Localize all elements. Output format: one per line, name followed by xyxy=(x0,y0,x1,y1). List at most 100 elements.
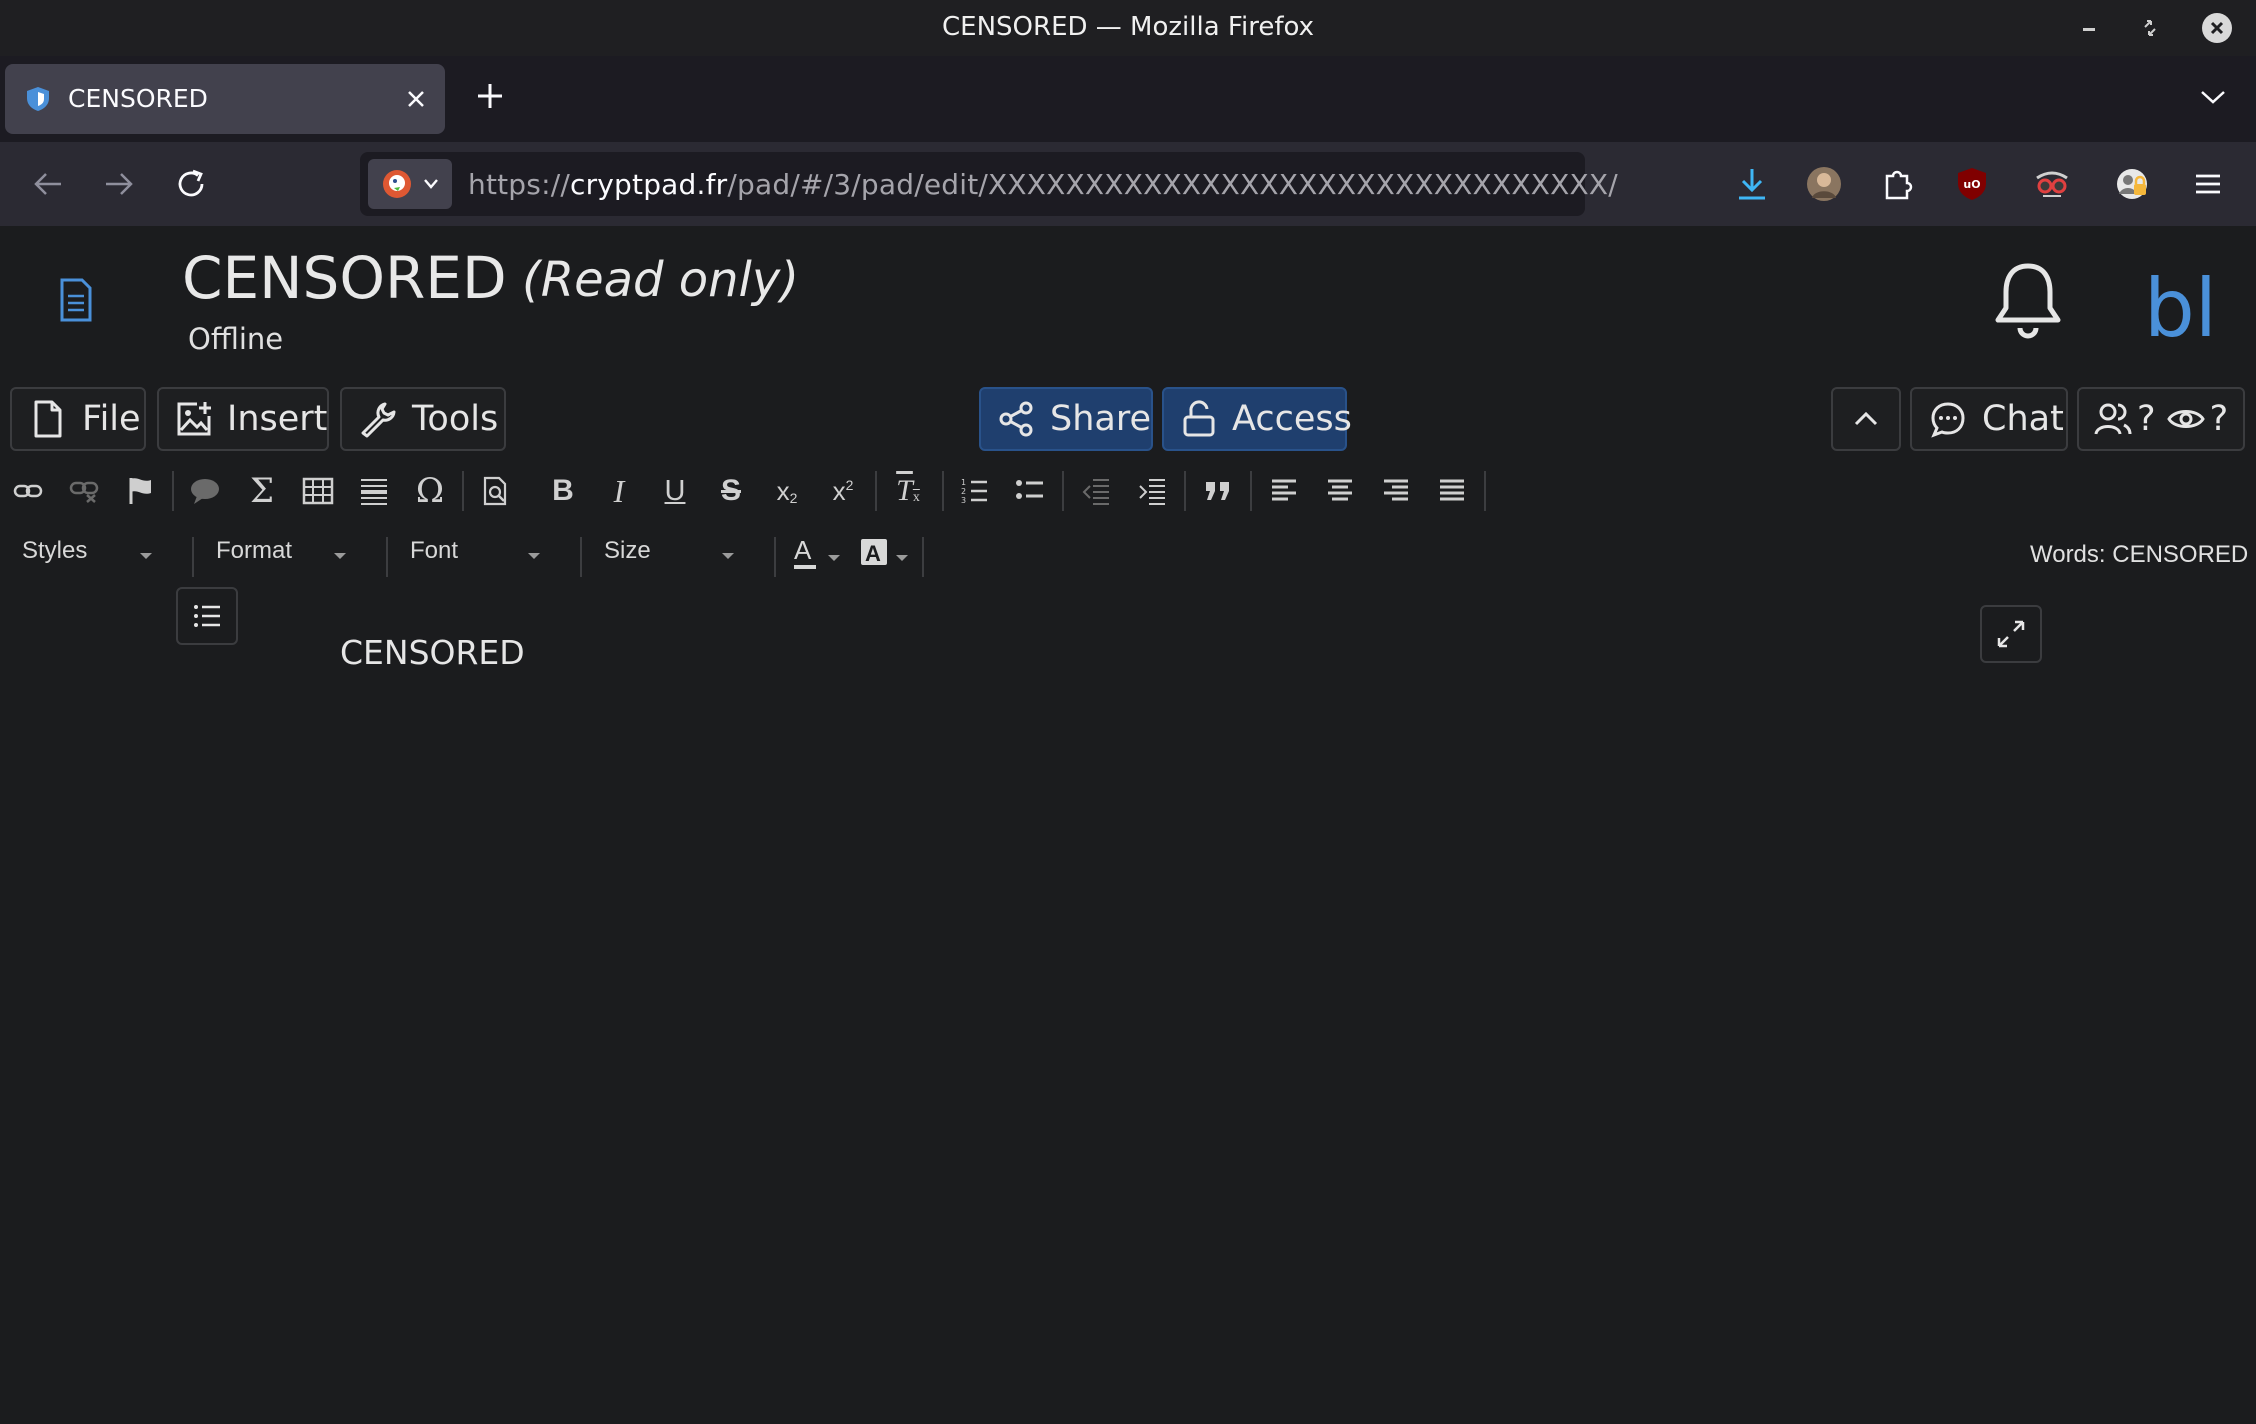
svg-text:A: A xyxy=(794,537,812,565)
text-color-icon: A xyxy=(794,535,816,569)
document-content[interactable]: CENSORED xyxy=(340,633,525,672)
site-identity-button[interactable] xyxy=(368,159,452,209)
bold-icon[interactable]: B xyxy=(545,473,581,509)
account-avatar-icon[interactable] xyxy=(1804,164,1844,204)
align-left-icon[interactable] xyxy=(1266,473,1302,509)
ublock-origin-icon[interactable]: uO xyxy=(1952,164,1992,204)
insert-image-icon xyxy=(175,399,213,439)
find-icon[interactable] xyxy=(477,473,513,509)
tools-menu-button[interactable]: Tools xyxy=(340,387,506,451)
remove-format-icon[interactable]: Tx xyxy=(890,473,926,509)
font-dropdown[interactable]: Font xyxy=(410,537,570,577)
special-char-omega-icon[interactable]: Ω xyxy=(412,471,448,511)
extensions-puzzle-icon[interactable] xyxy=(1878,164,1918,204)
link-icon[interactable] xyxy=(10,473,46,509)
new-tab-icon[interactable] xyxy=(470,76,510,116)
bulleted-list-icon[interactable] xyxy=(1012,473,1048,509)
access-button[interactable]: Access xyxy=(1162,387,1352,451)
background-color-button[interactable]: A xyxy=(860,537,910,577)
underline-icon[interactable]: U xyxy=(657,473,693,509)
document-icon xyxy=(60,278,92,322)
userlist-button[interactable]: ? ? xyxy=(2077,387,2245,451)
tab-strip: CENSORED xyxy=(0,56,2256,142)
reload-icon[interactable] xyxy=(170,163,212,205)
browser-tab[interactable]: CENSORED xyxy=(5,64,445,134)
unlock-icon xyxy=(1180,399,1218,439)
close-tab-icon[interactable] xyxy=(403,86,429,112)
navigation-bar: https://cryptpad.fr/pad/#/3/pad/edit/XXX… xyxy=(0,142,2256,226)
viewers-count: ? xyxy=(2209,399,2229,439)
notifications-bell-icon[interactable] xyxy=(1990,260,2066,340)
hamburger-menu-icon[interactable] xyxy=(2188,164,2228,204)
url-text[interactable]: https://cryptpad.fr/pad/#/3/pad/edit/XXX… xyxy=(468,168,1618,201)
back-icon[interactable] xyxy=(27,163,69,205)
document-title[interactable]: CENSORED xyxy=(182,244,507,312)
anchor-flag-icon[interactable] xyxy=(122,473,158,509)
chat-bubble-icon xyxy=(1928,399,1968,439)
chevron-down-icon xyxy=(722,553,734,559)
duckduckgo-icon xyxy=(383,170,411,198)
svg-text:3: 3 xyxy=(961,496,966,505)
list-icon xyxy=(194,605,220,627)
chevron-down-icon xyxy=(424,179,438,189)
chevron-down-icon xyxy=(334,553,346,559)
math-sigma-icon[interactable]: Σ xyxy=(244,471,280,511)
chevron-down-icon xyxy=(140,553,152,559)
subscript-icon[interactable]: x2 xyxy=(769,473,805,509)
chat-button[interactable]: Chat xyxy=(1910,387,2068,451)
insert-menu-button[interactable]: Insert xyxy=(157,387,329,451)
profile-lock-icon[interactable] xyxy=(2112,164,2152,204)
comment-icon[interactable] xyxy=(187,473,223,509)
blockquote-icon[interactable] xyxy=(1200,473,1236,509)
maximize-button[interactable] xyxy=(2136,14,2164,42)
share-button[interactable]: Share xyxy=(979,387,1153,451)
svg-text:2: 2 xyxy=(961,487,966,496)
styles-dropdown[interactable]: Styles xyxy=(22,537,182,577)
url-bar[interactable]: https://cryptpad.fr/pad/#/3/pad/edit/XXX… xyxy=(360,152,1618,216)
list-tabs-chevron-icon[interactable] xyxy=(2196,80,2230,114)
justify-icon[interactable] xyxy=(1434,473,1470,509)
read-only-label: (Read only) xyxy=(522,252,800,308)
word-count: Words: CENSORED xyxy=(2030,541,2249,568)
window-titlebar: CENSORED — Mozilla Firefox xyxy=(0,0,2256,56)
horizontal-rule-icon[interactable] xyxy=(356,473,392,509)
italic-icon[interactable]: I xyxy=(601,473,637,509)
cryptpad-favicon-icon xyxy=(27,87,49,111)
indent-icon[interactable] xyxy=(1134,473,1170,509)
text-color-button[interactable]: A xyxy=(792,535,842,577)
align-right-icon[interactable] xyxy=(1378,473,1414,509)
file-icon xyxy=(28,399,68,439)
format-dropdown[interactable]: Format xyxy=(216,537,376,577)
chevron-up-icon xyxy=(1854,411,1878,426)
forward-icon[interactable] xyxy=(98,163,140,205)
app-header: CENSORED (Read only) Offline bl xyxy=(0,226,2256,376)
users-count: ? xyxy=(2137,399,2156,439)
window-title: CENSORED — Mozilla Firefox xyxy=(942,12,1314,42)
unlink-icon[interactable] xyxy=(66,473,102,509)
chevron-down-icon xyxy=(828,555,840,561)
eye-icon xyxy=(2166,399,2206,439)
numbered-list-icon[interactable]: 123 xyxy=(956,473,992,509)
user-avatar[interactable]: bl xyxy=(2144,262,2217,355)
superscript-icon[interactable]: x2 xyxy=(825,473,861,509)
share-icon xyxy=(997,399,1036,439)
close-window-button[interactable] xyxy=(2202,13,2232,43)
fullscreen-button[interactable] xyxy=(1980,605,2042,663)
table-icon[interactable] xyxy=(300,473,336,509)
tab-title: CENSORED xyxy=(68,84,208,113)
minimize-button[interactable] xyxy=(2075,14,2103,42)
downloads-icon[interactable] xyxy=(1732,164,1772,204)
collapse-toolbar-button[interactable] xyxy=(1831,387,1901,451)
wrench-icon xyxy=(358,399,398,439)
outdent-icon[interactable] xyxy=(1078,473,1114,509)
align-center-icon[interactable] xyxy=(1322,473,1358,509)
expand-icon xyxy=(1997,620,2025,648)
background-color-icon: A xyxy=(861,539,887,566)
strike-icon[interactable]: S xyxy=(713,473,749,509)
file-menu-button[interactable]: File xyxy=(10,387,146,451)
svg-text:1: 1 xyxy=(961,478,966,487)
editor-toolbar: Σ Ω B I U S x2 x2 Tx 123 xyxy=(0,471,2256,511)
table-of-contents-button[interactable] xyxy=(176,587,238,645)
size-dropdown[interactable]: Size xyxy=(604,537,764,577)
privacy-badger-glasses-icon[interactable] xyxy=(2032,164,2072,204)
